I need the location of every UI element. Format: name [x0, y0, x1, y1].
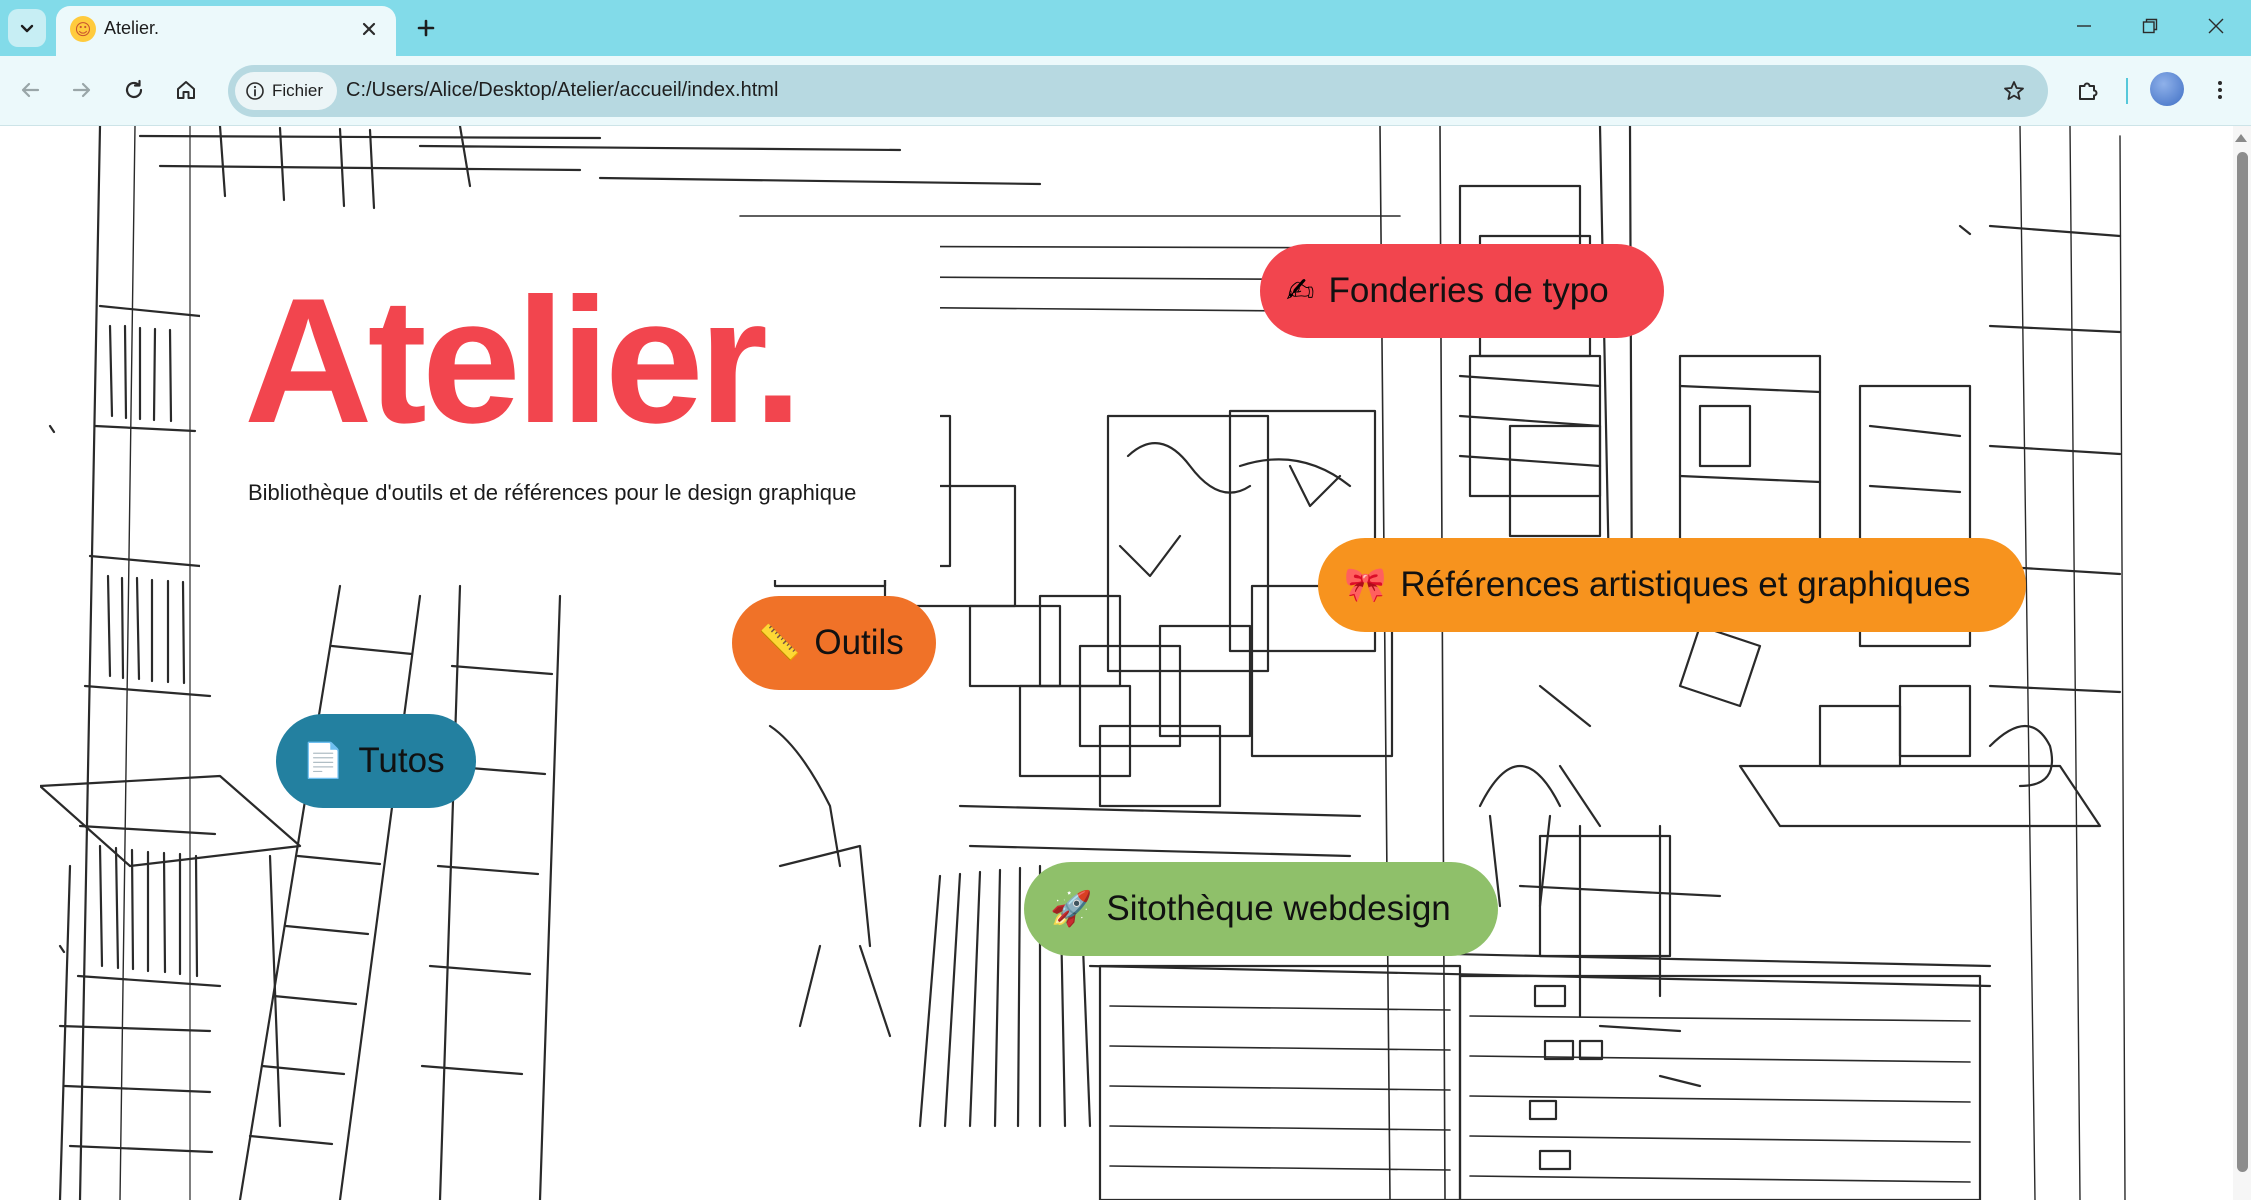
- tab-strip: ☺ Atelier.: [0, 0, 2251, 56]
- close-icon: [2208, 18, 2224, 34]
- link-label: Références artistiques et graphiques: [1400, 565, 1971, 604]
- link-label: Outils: [814, 623, 904, 662]
- link-sitotheque-webdesign[interactable]: 🚀 Sitothèque webdesign: [1024, 862, 1498, 956]
- rocket-icon: 🚀: [1050, 889, 1093, 929]
- vertical-scrollbar[interactable]: [2233, 126, 2251, 1200]
- bookmark-button[interactable]: [1998, 75, 2030, 107]
- writing-hand-icon: ✍: [1286, 271, 1315, 311]
- star-icon: [2004, 81, 2024, 100]
- close-icon: [362, 22, 376, 36]
- hero-card: Atelier. Bibliothèque d'outils et de réf…: [200, 222, 940, 580]
- ruler-icon: 📏: [758, 623, 801, 663]
- forward-button[interactable]: [62, 70, 102, 110]
- address-bar[interactable]: Fichier C:/Users/Alice/Desktop/Atelier/a…: [228, 65, 2048, 117]
- reload-button[interactable]: [114, 70, 154, 110]
- site-chip-label: Fichier: [272, 81, 324, 100]
- scrollbar-thumb[interactable]: [2237, 152, 2248, 1172]
- url-text[interactable]: C:/Users/Alice/Desktop/Atelier/accueil/i…: [346, 79, 778, 102]
- link-label: Sitothèque webdesign: [1106, 889, 1451, 928]
- link-fonderies-de-typo[interactable]: ✍ Fonderies de typo: [1260, 244, 1664, 338]
- favicon-icon: ☺: [70, 16, 96, 42]
- extensions-button[interactable]: [2068, 70, 2108, 110]
- back-button[interactable]: [10, 70, 50, 110]
- restore-icon: [2142, 18, 2158, 34]
- page-subtitle: Bibliothèque d'outils et de références p…: [248, 480, 857, 505]
- menu-button[interactable]: [2200, 70, 2240, 110]
- page-viewport: Atelier. Bibliothèque d'outils et de réf…: [0, 126, 2251, 1200]
- toolbar-divider: [2126, 78, 2128, 104]
- profile-avatar[interactable]: [2150, 72, 2184, 106]
- restore-button[interactable]: [2122, 6, 2178, 46]
- chevron-down-icon: [20, 24, 34, 33]
- reload-icon: [125, 79, 143, 99]
- new-tab-button[interactable]: [408, 10, 444, 46]
- minimize-icon: [2077, 25, 2091, 27]
- tab-title: Atelier.: [104, 18, 160, 38]
- kebab-menu-icon: [2218, 81, 2222, 99]
- home-icon: [177, 81, 195, 99]
- arrow-right-icon: [72, 82, 91, 98]
- home-button[interactable]: [166, 70, 206, 110]
- browser-toolbar: Fichier C:/Users/Alice/Desktop/Atelier/a…: [0, 56, 2251, 126]
- link-references-artistiques[interactable]: 🎀 Références artistiques et graphiques: [1318, 538, 2026, 632]
- info-icon: [246, 82, 264, 100]
- scroll-up-arrow-icon[interactable]: [2235, 134, 2247, 142]
- link-label: Fonderies de typo: [1328, 271, 1609, 310]
- tab-search-button[interactable]: [8, 9, 46, 47]
- arrow-left-icon: [21, 82, 40, 98]
- page-icon: 📄: [302, 741, 345, 781]
- close-window-button[interactable]: [2188, 6, 2244, 46]
- site-info-chip[interactable]: Fichier: [235, 72, 338, 110]
- link-tutos[interactable]: 📄 Tutos: [276, 714, 476, 808]
- link-outils[interactable]: 📏 Outils: [732, 596, 936, 690]
- puzzle-icon: [2079, 82, 2098, 100]
- tab-close-button[interactable]: [354, 14, 384, 44]
- ribbon-icon: 🎀: [1344, 565, 1387, 605]
- page-title: Atelier.: [244, 261, 803, 460]
- plus-icon: [417, 19, 435, 37]
- minimize-button[interactable]: [2056, 6, 2112, 46]
- link-label: Tutos: [358, 741, 445, 780]
- tab-active[interactable]: ☺ Atelier.: [56, 6, 396, 56]
